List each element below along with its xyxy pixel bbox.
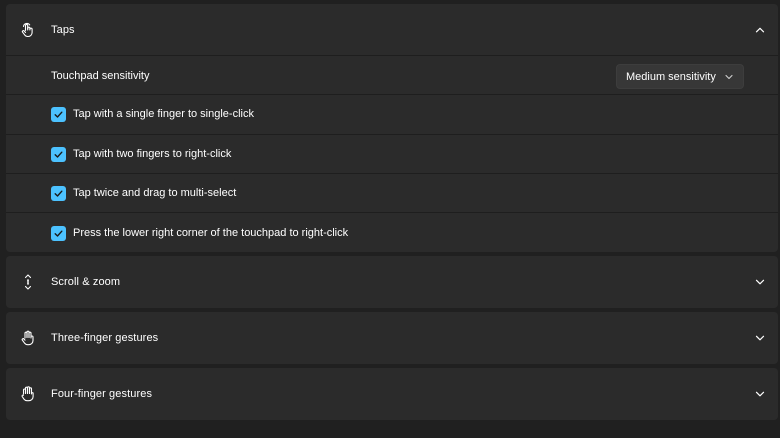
sensitivity-selected: Medium sensitivity bbox=[626, 71, 716, 83]
option-row-tap-twice[interactable]: Tap twice and drag to multi-select bbox=[6, 173, 778, 213]
taps-header[interactable]: Taps bbox=[6, 4, 778, 56]
tap-twice-checkbox[interactable] bbox=[51, 186, 66, 201]
scroll-zoom-card[interactable]: Scroll & zoom bbox=[6, 256, 778, 308]
three-finger-title: Three-finger gestures bbox=[51, 332, 159, 344]
taps-card: Taps Touchpad sensitivity Medium sensiti… bbox=[6, 4, 778, 252]
sensitivity-label: Touchpad sensitivity bbox=[51, 70, 150, 82]
tap-twice-label: Tap twice and drag to multi-select bbox=[73, 187, 237, 199]
three-finger-card[interactable]: Three-finger gestures bbox=[6, 312, 778, 364]
three-finger-header[interactable]: Three-finger gestures bbox=[6, 312, 778, 364]
chevron-down-icon bbox=[725, 74, 733, 80]
lower-right-corner-label: Press the lower right corner of the touc… bbox=[73, 227, 349, 239]
sensitivity-row: Touchpad sensitivity Medium sensitivity bbox=[6, 55, 778, 95]
four-finger-header[interactable]: Four-finger gestures bbox=[6, 368, 778, 420]
scroll-zoom-header[interactable]: Scroll & zoom bbox=[6, 256, 778, 308]
lower-right-corner-checkbox[interactable] bbox=[51, 226, 66, 241]
chevron-down-icon[interactable] bbox=[752, 330, 768, 346]
sensitivity-dropdown[interactable]: Medium sensitivity bbox=[616, 64, 744, 89]
option-row-single-finger[interactable]: Tap with a single finger to single-click bbox=[6, 94, 778, 134]
four-finger-card[interactable]: Four-finger gestures bbox=[6, 368, 778, 420]
single-finger-checkbox[interactable] bbox=[51, 107, 66, 122]
chevron-down-icon[interactable] bbox=[752, 386, 768, 402]
scroll-zoom-title: Scroll & zoom bbox=[51, 276, 121, 288]
touchpad-settings-page: Taps Touchpad sensitivity Medium sensiti… bbox=[0, 0, 780, 438]
scroll-icon bbox=[16, 270, 40, 294]
four-finger-title: Four-finger gestures bbox=[51, 388, 153, 400]
three-finger-hand-icon bbox=[16, 326, 40, 350]
chevron-up-icon[interactable] bbox=[752, 22, 768, 38]
option-row-lower-right-corner[interactable]: Press the lower right corner of the touc… bbox=[6, 212, 778, 252]
two-fingers-label: Tap with two fingers to right-click bbox=[73, 148, 232, 160]
four-finger-hand-icon bbox=[16, 382, 40, 406]
chevron-down-icon[interactable] bbox=[752, 274, 768, 290]
two-fingers-checkbox[interactable] bbox=[51, 147, 66, 162]
taps-title: Taps bbox=[51, 24, 75, 36]
single-finger-label: Tap with a single finger to single-click bbox=[73, 108, 254, 120]
option-row-two-fingers[interactable]: Tap with two fingers to right-click bbox=[6, 134, 778, 173]
tap-icon bbox=[16, 18, 40, 42]
